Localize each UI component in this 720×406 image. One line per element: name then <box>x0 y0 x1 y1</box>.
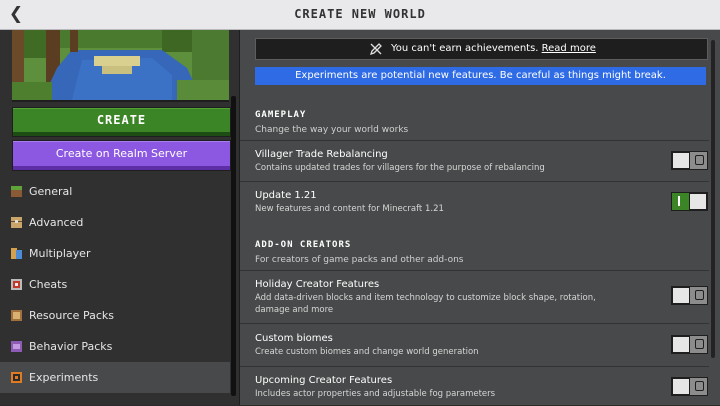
command-block-icon <box>11 279 22 290</box>
page-title: CREATE NEW WORLD <box>294 7 426 21</box>
update-121-toggle[interactable] <box>671 192 708 211</box>
sidebar-item-multiplayer[interactable]: Multiplayer <box>0 238 230 269</box>
toggle-off-mark <box>695 339 704 349</box>
toggle-off-mark <box>695 155 704 165</box>
holiday-creator-toggle[interactable] <box>671 286 708 305</box>
sidebar-item-cheats[interactable]: Cheats <box>0 269 230 300</box>
gameplay-section-title: GAMEPLAY <box>255 110 307 120</box>
setting-row-custom-biomes: Custom biomes Create custom biomes and c… <box>240 323 709 366</box>
sidebar-item-label: Resource Packs <box>29 309 114 322</box>
sidebar-item-resource-packs[interactable]: Resource Packs <box>0 300 230 331</box>
setting-title: Holiday Creator Features <box>255 279 380 290</box>
custom-biomes-toggle[interactable] <box>671 335 708 354</box>
toggle-knob <box>672 152 690 169</box>
pen-icon <box>369 43 382 56</box>
sidebar-item-label: General <box>29 185 73 198</box>
upcoming-creator-toggle[interactable] <box>671 377 708 396</box>
sidebar: CREATE Create on Realm Server General Ad… <box>0 30 240 405</box>
sidebar-item-general[interactable]: General <box>0 176 230 207</box>
achievements-notice: You can't earn achievements. Read more <box>255 38 708 60</box>
toggle-off-mark <box>695 290 704 300</box>
villager-trade-toggle[interactable] <box>671 151 708 170</box>
resource-pack-icon <box>11 310 22 321</box>
sidebar-item-label: Advanced <box>29 216 84 229</box>
toggle-knob <box>672 378 690 395</box>
setting-description: Includes actor properties and adjustable… <box>255 389 496 399</box>
setting-title: Upcoming Creator Features <box>255 375 393 386</box>
chest-icon <box>11 217 22 228</box>
gameplay-section-subtitle: Change the way your world works <box>255 125 409 135</box>
world-preview-image <box>12 30 229 102</box>
grass-block-icon <box>11 186 22 197</box>
sidebar-item-behavior-packs[interactable]: Behavior Packs <box>0 331 230 362</box>
setting-title: Update 1.21 <box>255 190 317 201</box>
setting-description: Create custom biomes and change world ge… <box>255 347 479 357</box>
back-button[interactable]: ❮ <box>6 4 26 24</box>
sidebar-item-label: Multiplayer <box>29 247 91 260</box>
setting-row-villager-trade: Villager Trade Rebalancing Contains upda… <box>240 140 709 181</box>
notice-text: You can't earn achievements. <box>391 43 539 54</box>
create-on-realm-button[interactable]: Create on Realm Server <box>12 140 231 171</box>
setting-description: New features and content for Minecraft 1… <box>255 204 444 214</box>
experiments-warning-banner: Experiments are potential new features. … <box>255 67 706 85</box>
toggle-knob <box>672 336 690 353</box>
toggle-on-mark <box>678 196 680 206</box>
setting-row-update-121: Update 1.21 New features and content for… <box>240 181 709 223</box>
setting-row-holiday-creator: Holiday Creator Features Add data-driven… <box>240 270 709 323</box>
addon-section-title: ADD-ON CREATORS <box>255 240 352 250</box>
title-bar: CREATE NEW WORLD ❮ <box>0 0 720 30</box>
read-more-link[interactable]: Read more <box>542 43 596 54</box>
sidebar-item-label: Cheats <box>29 278 68 291</box>
sidebar-nav: General Advanced Multiplayer Cheats Reso… <box>0 176 230 393</box>
sidebar-item-label: Experiments <box>29 371 99 384</box>
toggle-off-mark <box>695 381 704 391</box>
setting-row-upcoming-creator: Upcoming Creator Features Includes actor… <box>240 366 709 406</box>
sidebar-scrollbar[interactable] <box>231 96 236 396</box>
setting-description: Add data-driven blocks and item technolo… <box>255 293 596 315</box>
toggle-knob <box>689 193 707 210</box>
addon-section-subtitle: For creators of game packs and other add… <box>255 255 464 265</box>
sidebar-item-experiments[interactable]: Experiments <box>0 362 230 393</box>
panel-scrollbar[interactable] <box>711 40 715 358</box>
setting-title: Villager Trade Rebalancing <box>255 149 388 160</box>
players-icon <box>11 248 22 259</box>
setting-title: Custom biomes <box>255 333 333 344</box>
flask-icon <box>11 372 22 383</box>
create-button[interactable]: CREATE <box>12 107 231 137</box>
sidebar-item-label: Behavior Packs <box>29 340 113 353</box>
sidebar-item-advanced[interactable]: Advanced <box>0 207 230 238</box>
toggle-knob <box>672 287 690 304</box>
setting-description: Contains updated trades for villagers fo… <box>255 163 545 173</box>
chevron-left-icon: ❮ <box>8 4 24 24</box>
behavior-pack-icon <box>11 341 22 352</box>
